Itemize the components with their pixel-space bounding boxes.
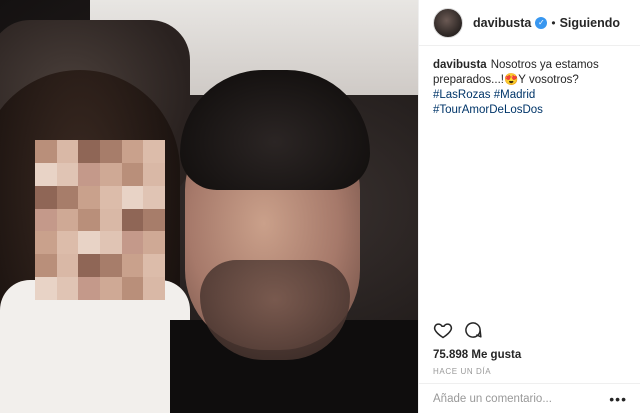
header-username[interactable]: davibusta — [473, 16, 531, 30]
pixel-block — [56, 254, 79, 278]
pixel-block — [56, 277, 79, 300]
pixel-block — [56, 231, 79, 255]
pixel-block — [78, 162, 100, 186]
post-caption: davibusta Nosotros ya estamos preparados.… — [419, 46, 640, 286]
pixel-block — [121, 254, 144, 278]
comment-icon[interactable] — [463, 320, 483, 340]
pixel-block — [99, 277, 122, 300]
pixel-block — [35, 162, 57, 186]
post-timestamp[interactable]: HACE UN DÍA — [433, 367, 491, 376]
heart-icon[interactable] — [433, 320, 453, 340]
pixel-block — [143, 277, 165, 300]
avatar[interactable] — [433, 7, 463, 38]
post-actions — [419, 320, 640, 340]
pixel-block — [56, 162, 79, 186]
pixel-block — [99, 185, 122, 209]
pixel-block — [99, 208, 122, 232]
pixel-block — [121, 231, 144, 255]
pixel-block — [143, 162, 165, 186]
pixel-block — [99, 140, 122, 163]
header-separator: • — [551, 15, 556, 30]
pixel-block — [56, 140, 79, 163]
pixel-block — [35, 185, 57, 209]
pixel-block — [35, 254, 57, 278]
hashtag-link[interactable]: #TourAmorDeLosDos — [433, 104, 543, 116]
pixel-block — [121, 208, 144, 232]
pixel-block — [143, 208, 165, 232]
pixel-block — [78, 208, 100, 232]
pixel-block — [35, 277, 57, 300]
post-sidebar: davibusta ✓ • Siguiendo davibusta Nosotro… — [418, 0, 640, 413]
pixel-block — [56, 208, 79, 232]
caption-text-2: Y vosotros? — [518, 74, 579, 86]
pixel-block — [78, 140, 100, 163]
post-header: davibusta ✓ • Siguiendo — [419, 0, 640, 46]
caption-emoji: 😍 — [503, 74, 519, 86]
more-options-icon[interactable]: ••• — [609, 391, 627, 407]
photo-pixelated-face — [35, 140, 165, 300]
pixel-block — [121, 277, 144, 300]
pixel-block — [35, 231, 57, 255]
follow-button[interactable]: Siguiendo — [560, 16, 620, 30]
pixel-block — [143, 140, 165, 163]
pixel-block — [78, 231, 100, 255]
hashtag-link[interactable]: #Madrid — [494, 89, 536, 101]
pixel-block — [121, 185, 144, 209]
pixel-block — [121, 140, 144, 163]
pixel-block — [143, 254, 165, 278]
pixel-block — [78, 254, 100, 278]
pixel-block — [78, 185, 100, 209]
pixel-block — [56, 185, 79, 209]
comment-bar: ••• — [419, 383, 640, 413]
pixel-block — [143, 231, 165, 255]
pixel-block — [78, 277, 100, 300]
post-photo[interactable] — [0, 0, 418, 413]
hashtag-link[interactable]: #LasRozas — [433, 89, 491, 101]
verified-badge-icon: ✓ — [535, 16, 548, 29]
likes-count[interactable]: 75.898 Me gusta — [433, 349, 521, 361]
comment-input[interactable] — [433, 392, 610, 405]
pixel-block — [143, 185, 165, 209]
pixel-block — [35, 208, 57, 232]
pixel-block — [121, 162, 144, 186]
pixel-block — [35, 140, 57, 163]
pixel-block — [99, 162, 122, 186]
pixel-block — [99, 231, 122, 255]
caption-username[interactable]: davibusta — [433, 59, 487, 71]
instagram-post: davibusta ✓ • Siguiendo davibusta Nosotro… — [0, 0, 640, 413]
pixel-block — [99, 254, 122, 278]
